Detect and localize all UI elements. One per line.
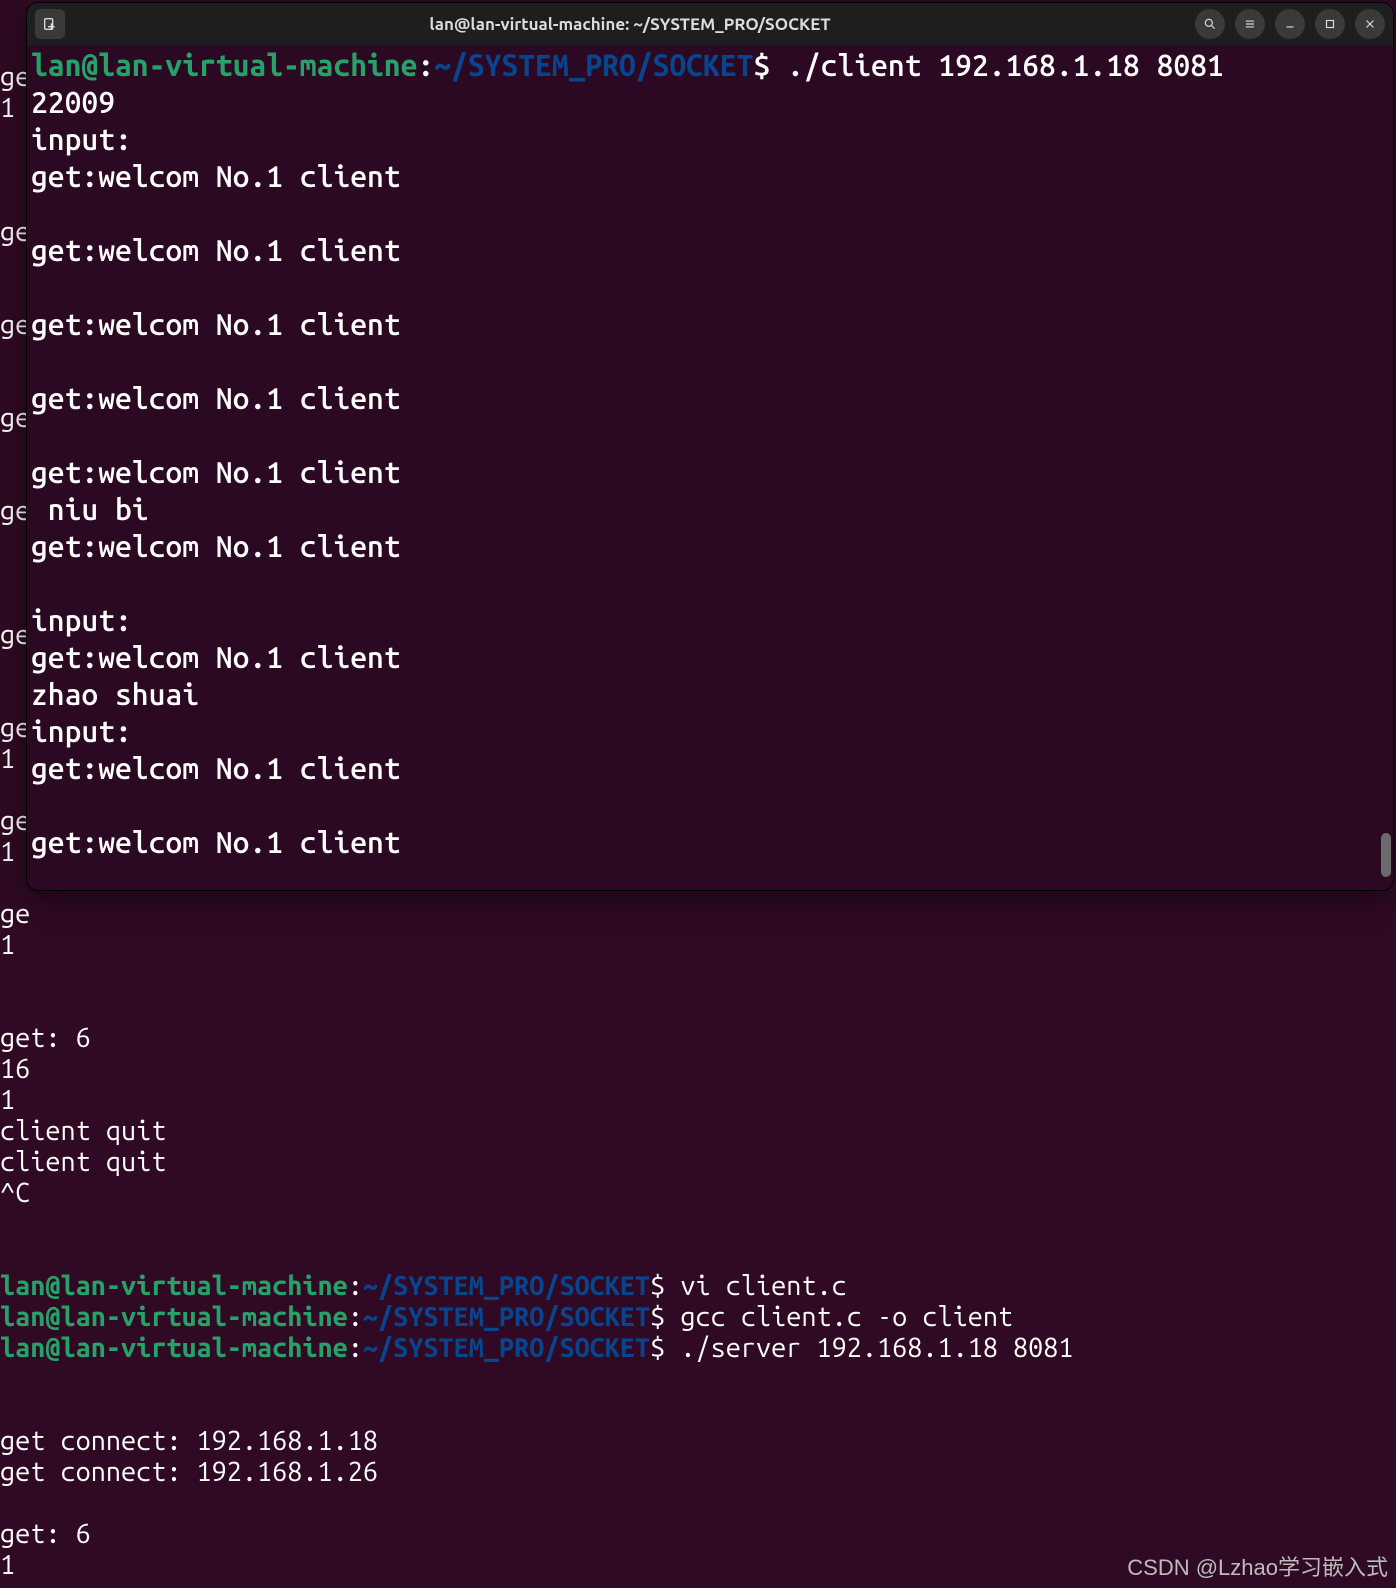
prompt-user: lan@lan-virtual-machine bbox=[31, 48, 417, 82]
prompt-cmd: ./client 192.168.1.18 8081 bbox=[770, 48, 1224, 82]
watermark: CSDN @Lzhao学习嵌入式 bbox=[1127, 1550, 1388, 1582]
window-title: lan@lan-virtual-machine: ~/SYSTEM_PRO/SO… bbox=[73, 15, 1187, 34]
terminal-window: lan@lan-virtual-machine: ~/SYSTEM_PRO/SO… bbox=[26, 2, 1394, 891]
bg-lines-1: get: 6 16 1 client quit client quit ^C bbox=[0, 1023, 1396, 1209]
titlebar: lan@lan-virtual-machine: ~/SYSTEM_PRO/SO… bbox=[27, 3, 1393, 45]
maximize-icon bbox=[1323, 17, 1337, 31]
bg-prompts: lan@lan-virtual-machine:~/SYSTEM_PRO/SOC… bbox=[0, 1271, 1396, 1364]
bg-prompt-line: lan@lan-virtual-machine:~/SYSTEM_PRO/SOC… bbox=[0, 1271, 1396, 1302]
terminal-output: 22009 input: get:welcom No.1 client get:… bbox=[31, 85, 401, 859]
bg-prompt-line: lan@lan-virtual-machine:~/SYSTEM_PRO/SOC… bbox=[0, 1333, 1396, 1364]
minimize-icon bbox=[1283, 17, 1297, 31]
minimize-button[interactable] bbox=[1275, 9, 1305, 39]
menu-button[interactable] bbox=[1235, 9, 1265, 39]
prompt-sep: : bbox=[417, 48, 434, 82]
prompt-path: ~/SYSTEM_PRO/SOCKET bbox=[434, 48, 753, 82]
scrollbar-thumb[interactable] bbox=[1381, 833, 1391, 877]
new-tab-button[interactable] bbox=[35, 9, 65, 39]
new-tab-icon bbox=[42, 16, 58, 32]
close-button[interactable] bbox=[1355, 9, 1385, 39]
search-icon bbox=[1203, 17, 1217, 31]
bg-prompt-line: lan@lan-virtual-machine:~/SYSTEM_PRO/SOC… bbox=[0, 1302, 1396, 1333]
maximize-button[interactable] bbox=[1315, 9, 1345, 39]
close-icon bbox=[1363, 17, 1377, 31]
terminal-body[interactable]: lan@lan-virtual-machine:~/SYSTEM_PRO/SOC… bbox=[27, 45, 1393, 863]
prompt-dollar: $ bbox=[753, 48, 770, 82]
search-button[interactable] bbox=[1195, 9, 1225, 39]
hamburger-icon bbox=[1243, 17, 1257, 31]
window-buttons bbox=[1195, 9, 1385, 39]
